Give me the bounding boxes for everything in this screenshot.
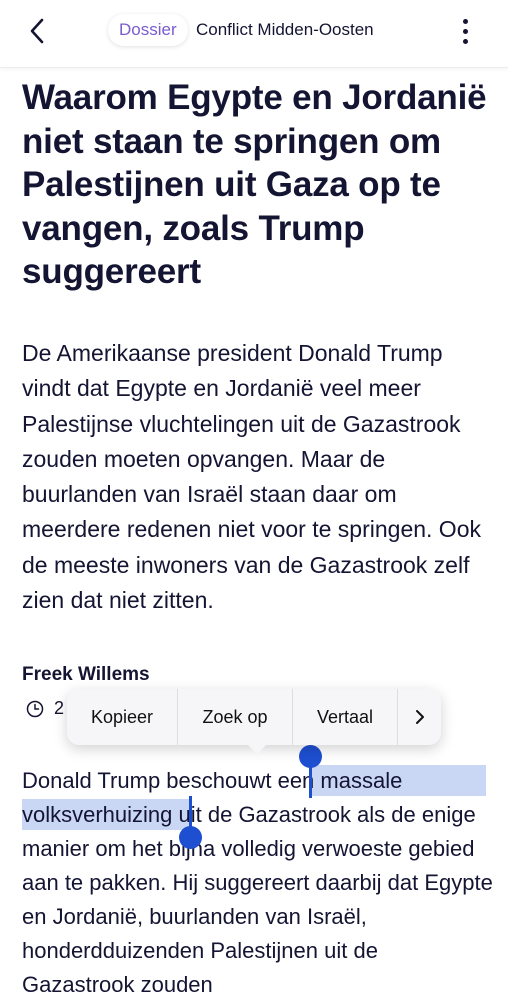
more-options-button[interactable] — [452, 14, 478, 48]
selection-start-handle[interactable] — [299, 745, 322, 768]
text-selection-menu: Kopieer Zoek op Vertaal — [67, 689, 441, 745]
body-text-before: Donald Trump beschouwt — [22, 768, 278, 793]
menu-pointer — [247, 744, 267, 754]
author-name[interactable]: Freek Willems — [22, 664, 150, 686]
top-bar: Dossier Conflict Midden-Oosten — [0, 0, 508, 68]
back-button[interactable] — [22, 14, 52, 48]
dossier-badge[interactable]: Dossier — [108, 14, 188, 46]
more-vertical-icon — [462, 18, 468, 24]
chevron-right-icon — [415, 710, 424, 724]
more-vertical-icon-dot — [462, 38, 468, 44]
clock-icon — [26, 700, 44, 717]
look-up-button[interactable]: Zoek op — [178, 689, 293, 745]
body-text-after: uit de Gazastrook als de enige manier om… — [22, 802, 493, 997]
article-body[interactable]: Donald Trump beschouwt een massale volks… — [22, 764, 494, 1000]
selection-end-handle[interactable] — [179, 826, 202, 849]
more-vertical-icon-dot — [462, 28, 468, 34]
dossier-title[interactable]: Conflict Midden-Oosten — [196, 14, 374, 46]
copy-button[interactable]: Kopieer — [67, 689, 178, 745]
meta-text: 2 — [54, 698, 65, 718]
chevron-left-icon — [30, 18, 44, 44]
article-headline: Waarom Egypte en Jordanië niet staan te … — [22, 78, 487, 291]
article-meta: 2 — [26, 698, 64, 719]
translate-button[interactable]: Vertaal — [293, 689, 398, 745]
more-menu-button[interactable] — [398, 689, 441, 745]
article-lead: De Amerikaanse president Donald Trump vi… — [22, 340, 481, 614]
